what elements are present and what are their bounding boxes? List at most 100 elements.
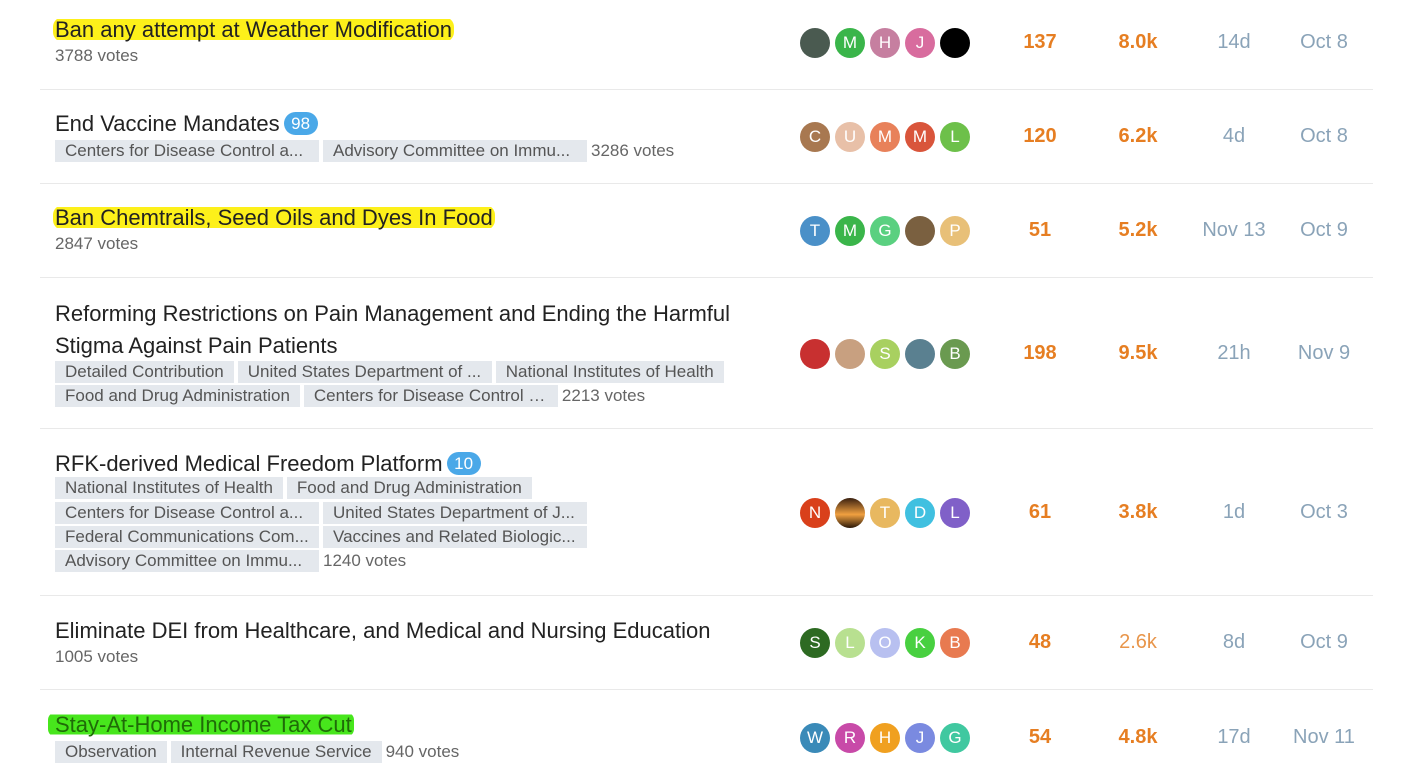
topic-row[interactable]: Ban any attempt at Weather Modification …: [40, 0, 1373, 90]
created-date[interactable]: Oct 8: [1274, 31, 1374, 54]
created-date[interactable]: Oct 3: [1274, 501, 1374, 524]
view-count: 9.5k: [1118, 342, 1158, 364]
posters: C U M M L: [800, 122, 970, 152]
topic-row[interactable]: Eliminate DEI from Healthcare, and Medic…: [40, 596, 1373, 690]
avatar[interactable]: S: [870, 339, 900, 369]
view-count: 2.6k: [1119, 631, 1157, 653]
last-activity[interactable]: Nov 13: [1184, 219, 1284, 242]
tag[interactable]: Centers for Disease Control a...: [55, 140, 319, 162]
user-photo-icon[interactable]: [940, 28, 970, 58]
avatar[interactable]: R: [835, 723, 865, 753]
topic-row[interactable]: End Vaccine Mandates 98 Centers for Disea…: [40, 90, 1373, 184]
tag[interactable]: United States Department of J...: [323, 502, 587, 524]
avatar[interactable]: N: [800, 498, 830, 528]
last-activity[interactable]: 8d: [1184, 631, 1284, 654]
avatar[interactable]: J: [905, 28, 935, 58]
tag[interactable]: Internal Revenue Service: [170, 741, 382, 763]
last-activity[interactable]: 21h: [1184, 342, 1284, 365]
vote-count: 1240 votes: [323, 551, 407, 570]
view-count: 8.0k: [1118, 31, 1158, 53]
user-photo-icon[interactable]: [835, 498, 865, 528]
topic-title[interactable]: Ban Chemtrails, Seed Oils and Dyes In Fo…: [53, 205, 495, 230]
topic-row[interactable]: Stay-At-Home Income Tax Cut Observation I…: [40, 690, 1373, 780]
avatar[interactable]: W: [800, 723, 830, 753]
avatar[interactable]: D: [905, 498, 935, 528]
avatar[interactable]: M: [870, 122, 900, 152]
topic-list: Ban any attempt at Weather Modification …: [0, 0, 1402, 780]
avatar[interactable]: L: [835, 628, 865, 658]
vote-count: 3788 votes: [55, 46, 139, 65]
tag[interactable]: Vaccines and Related Biologic...: [323, 526, 587, 548]
last-activity[interactable]: 17d: [1184, 726, 1284, 749]
created-date[interactable]: Nov 11: [1274, 726, 1374, 749]
topic-row[interactable]: RFK-derived Medical Freedom Platform 10 N…: [40, 429, 1373, 596]
tag[interactable]: United States Department of ...: [237, 361, 492, 383]
avatar[interactable]: G: [940, 723, 970, 753]
tag[interactable]: Observation: [55, 741, 167, 763]
topic-title[interactable]: Stay-At-Home Income Tax Cut: [48, 712, 354, 737]
created-date[interactable]: Oct 9: [1274, 631, 1374, 654]
tag[interactable]: Food and Drug Administration: [286, 477, 532, 499]
user-photo-icon[interactable]: [905, 339, 935, 369]
topic-title[interactable]: RFK-derived Medical Freedom Platform: [55, 451, 443, 476]
avatar[interactable]: B: [940, 339, 970, 369]
view-count: 4.8k: [1118, 726, 1158, 748]
avatar[interactable]: B: [940, 628, 970, 658]
topic-row[interactable]: Reforming Restrictions on Pain Managemen…: [40, 278, 1373, 429]
vote-count: 2213 votes: [561, 386, 646, 405]
user-photo-icon[interactable]: [905, 216, 935, 246]
tag[interactable]: Advisory Committee on Immu...: [55, 550, 319, 572]
created-date[interactable]: Oct 9: [1274, 219, 1374, 242]
avatar[interactable]: T: [800, 216, 830, 246]
tag[interactable]: National Institutes of Health: [495, 361, 724, 383]
topic-title[interactable]: End Vaccine Mandates: [55, 111, 280, 136]
avatar[interactable]: C: [800, 122, 830, 152]
avatar[interactable]: H: [870, 723, 900, 753]
user-photo-icon[interactable]: [800, 28, 830, 58]
tag[interactable]: Food and Drug Administration: [55, 385, 300, 407]
tag[interactable]: Centers for Disease Control a...: [55, 502, 319, 524]
created-date[interactable]: Nov 9: [1274, 342, 1374, 365]
tag[interactable]: Advisory Committee on Immu...: [323, 140, 587, 162]
avatar[interactable]: H: [870, 28, 900, 58]
posters: N T D L: [800, 498, 970, 528]
tag[interactable]: Federal Communications Com...: [55, 526, 319, 548]
reply-count: 198: [1023, 342, 1057, 364]
reply-count: 48: [1028, 631, 1052, 653]
avatar[interactable]: M: [835, 28, 865, 58]
last-activity[interactable]: 1d: [1184, 501, 1284, 524]
unread-badge[interactable]: 10: [446, 452, 481, 475]
topic-title[interactable]: Ban any attempt at Weather Modification: [53, 17, 455, 42]
last-activity[interactable]: 14d: [1184, 31, 1284, 54]
avatar[interactable]: S: [800, 628, 830, 658]
view-count: 3.8k: [1118, 501, 1158, 523]
avatar[interactable]: M: [835, 216, 865, 246]
avatar[interactable]: O: [870, 628, 900, 658]
view-count: 6.2k: [1118, 125, 1158, 147]
tag[interactable]: Detailed Contribution: [55, 361, 234, 383]
avatar[interactable]: G: [870, 216, 900, 246]
avatar[interactable]: L: [940, 122, 970, 152]
avatar[interactable]: K: [905, 628, 935, 658]
tag[interactable]: Centers for Disease Control a...: [303, 385, 558, 407]
user-photo-icon[interactable]: [835, 339, 865, 369]
reply-count: 120: [1023, 125, 1057, 147]
last-activity[interactable]: 4d: [1184, 125, 1284, 148]
avatar[interactable]: M: [905, 122, 935, 152]
tag[interactable]: National Institutes of Health: [55, 477, 283, 499]
avatar[interactable]: P: [940, 216, 970, 246]
avatar[interactable]: T: [870, 498, 900, 528]
topic-title[interactable]: Reforming Restrictions on Pain Managemen…: [55, 301, 730, 358]
topic-title[interactable]: Eliminate DEI from Healthcare, and Medic…: [55, 618, 710, 643]
posters: S L O K B: [800, 628, 970, 658]
posters: T M G P: [800, 216, 970, 246]
unread-badge[interactable]: 98: [283, 112, 318, 135]
avatar[interactable]: J: [905, 723, 935, 753]
avatar[interactable]: L: [940, 498, 970, 528]
avatar[interactable]: U: [835, 122, 865, 152]
vote-count: 2847 votes: [55, 234, 139, 253]
topic-row[interactable]: Ban Chemtrails, Seed Oils and Dyes In Fo…: [40, 184, 1373, 278]
posters: W R H J G: [800, 723, 970, 753]
created-date[interactable]: Oct 8: [1274, 125, 1374, 148]
user-photo-icon[interactable]: [800, 339, 830, 369]
